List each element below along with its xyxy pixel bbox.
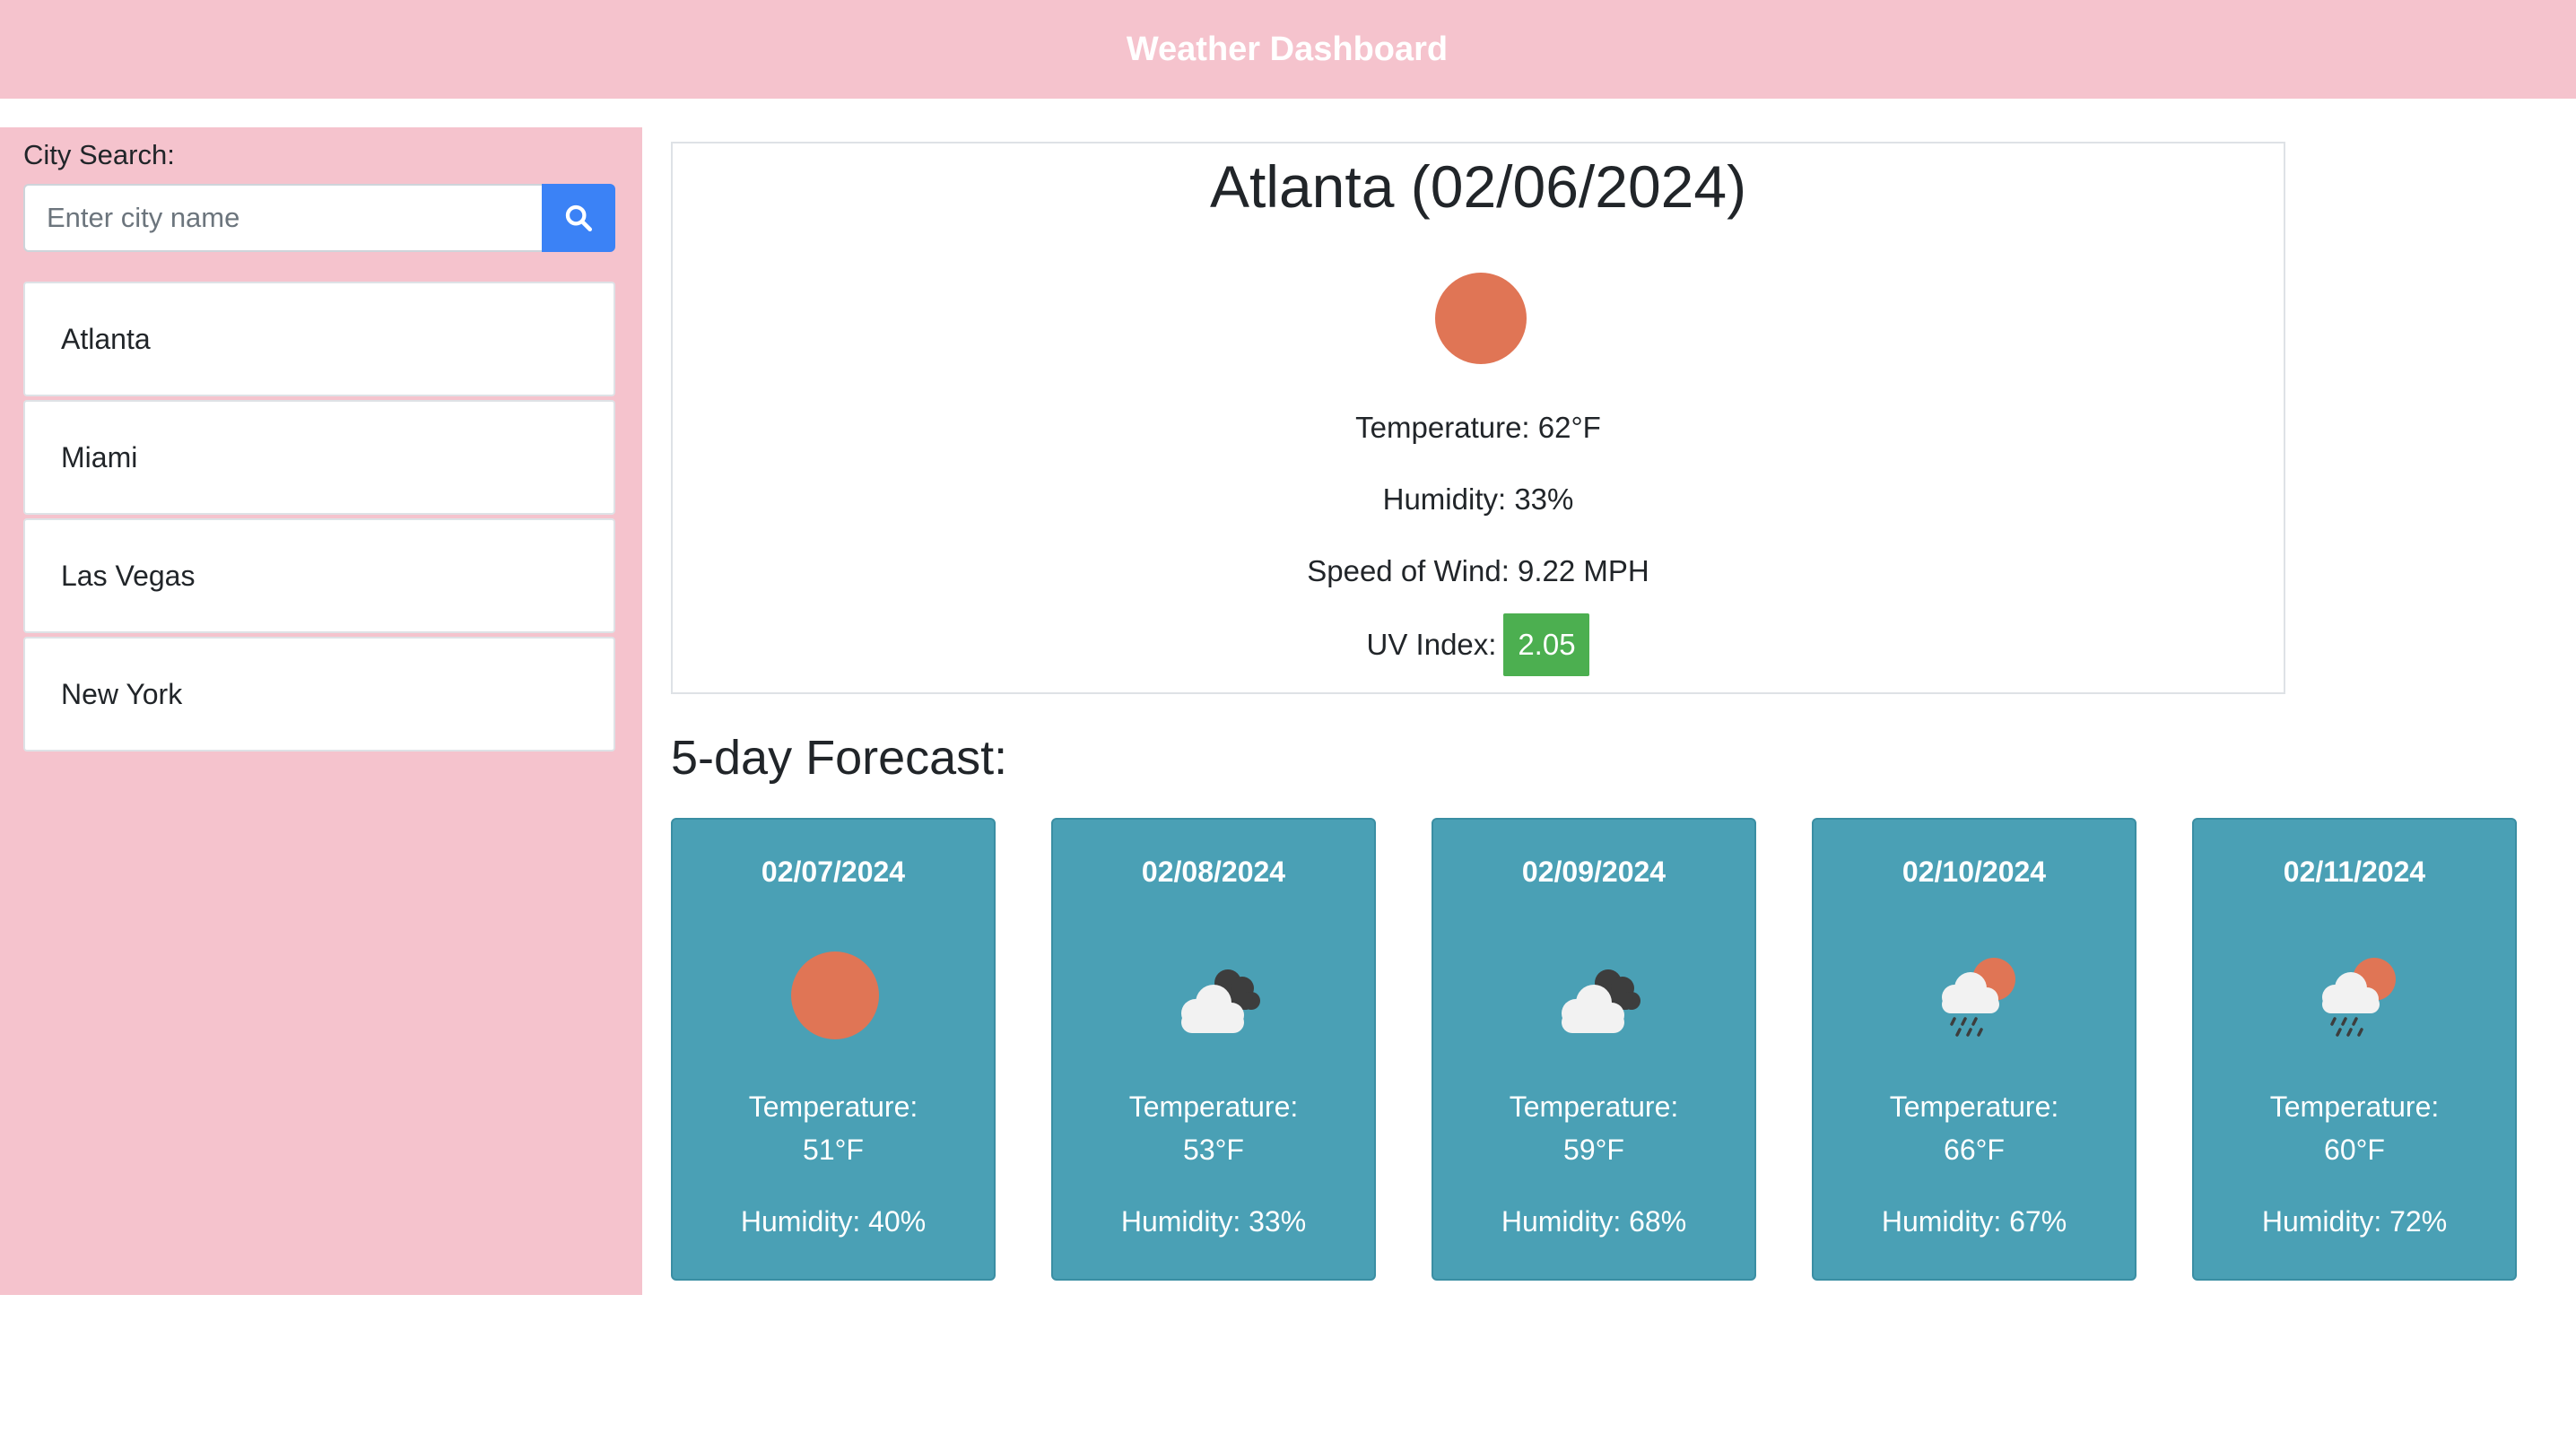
current-wind: Speed of Wind: 9.22 MPH	[1307, 554, 1649, 587]
forecast-temp-label: Temperature:	[1509, 1090, 1679, 1123]
cloudy-icon	[1181, 969, 1260, 1033]
forecast-humidity: Humidity: 33%	[1120, 1205, 1307, 1238]
forecast-card: 02/08/2024 Temperature: 53°F Humidity: 3…	[1051, 818, 1376, 1281]
cloudy-icon	[1562, 969, 1640, 1033]
forecast-card: 02/07/2024 Temperature: 51°F Humidity: 4…	[671, 818, 996, 1281]
forecast-row: 02/07/2024 Temperature: 51°F Humidity: 4…	[671, 818, 2517, 1281]
rain-sun-icon	[2322, 958, 2396, 1037]
forecast-date: 02/09/2024	[1521, 856, 1667, 888]
city-item-new-york[interactable]: New York	[23, 637, 615, 752]
forecast-temp: 53°F	[1183, 1134, 1244, 1166]
forecast-temp-label: Temperature:	[748, 1090, 918, 1123]
city-search-label: City Search:	[23, 139, 175, 170]
forecast-humidity: Humidity: 72%	[2261, 1205, 2448, 1238]
forecast-card: 02/09/2024 Temperature: 59°F Humidity: 6…	[1432, 818, 1756, 1281]
current-humidity: Humidity: 33%	[1382, 482, 1574, 516]
current-weather-card: Atlanta (02/06/2024) Temperature: 62°F H…	[671, 142, 2285, 694]
forecast-date: 02/07/2024	[761, 856, 906, 888]
forecast-card: 02/11/2024 Temperature: 60°F Humidity: 7…	[2192, 818, 2517, 1281]
forecast-temp-label: Temperature:	[2269, 1090, 2440, 1123]
forecast-temp: 59°F	[1563, 1134, 1624, 1166]
current-temperature: Temperature: 62°F	[1355, 411, 1601, 444]
forecast-temp-label: Temperature:	[1128, 1090, 1299, 1123]
forecast-temp: 51°F	[803, 1134, 864, 1166]
city-search-input[interactable]	[23, 184, 542, 252]
forecast-humidity: Humidity: 68%	[1501, 1205, 1687, 1238]
sun-icon	[791, 951, 879, 1039]
forecast-humidity: Humidity: 67%	[1881, 1205, 2067, 1238]
uv-index-row: UV Index: 2.05	[673, 613, 2284, 676]
search-button[interactable]	[542, 184, 615, 252]
forecast-temp-label: Temperature:	[1889, 1090, 2059, 1123]
forecast-date: 02/08/2024	[1141, 856, 1286, 888]
uv-index-label: UV Index:	[1366, 628, 1497, 661]
city-history-list: Atlanta Miami Las Vegas New York	[23, 282, 615, 755]
city-item-atlanta[interactable]: Atlanta	[23, 282, 615, 396]
sun-icon	[1435, 273, 1527, 364]
search-group	[23, 184, 615, 252]
forecast-card: 02/10/2024 Temperature: 66°F Humidity: 6…	[1812, 818, 2137, 1281]
forecast-temp: 66°F	[1944, 1134, 2005, 1166]
forecast-date: 02/10/2024	[1902, 856, 2047, 888]
app-header: Weather Dashboard	[0, 0, 2576, 99]
rain-sun-icon	[1942, 958, 2015, 1037]
city-item-las-vegas[interactable]: Las Vegas	[23, 518, 615, 633]
forecast-heading: 5-day Forecast:	[671, 731, 1008, 785]
forecast-temp: 60°F	[2324, 1134, 2385, 1166]
page-title: Weather Dashboard	[1126, 30, 1449, 68]
forecast-date: 02/11/2024	[2283, 856, 2426, 888]
forecast-humidity: Humidity: 40%	[740, 1205, 927, 1238]
uv-index-badge: 2.05	[1503, 613, 1590, 676]
search-icon	[565, 204, 593, 232]
city-item-miami[interactable]: Miami	[23, 400, 615, 515]
current-city-title: Atlanta (02/06/2024)	[1209, 153, 1747, 220]
